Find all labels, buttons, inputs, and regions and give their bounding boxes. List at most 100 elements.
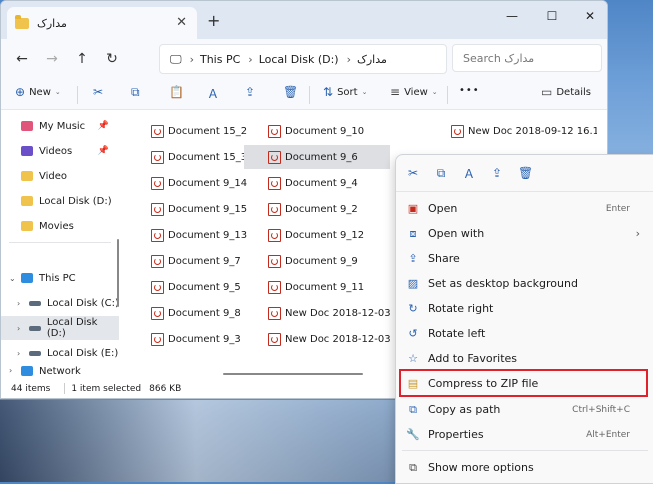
list-item[interactable]: New Doc 2018-09-12 16.15.17 xyxy=(447,119,597,143)
pdf-file-icon xyxy=(151,254,164,268)
paste-icon[interactable]: 📋 xyxy=(169,85,184,99)
close-tab-icon[interactable]: ✕ xyxy=(176,15,187,30)
new-button[interactable]: ⊕ New ⌄ xyxy=(15,85,61,99)
list-item[interactable]: Document 9_5 xyxy=(147,275,241,299)
sidebar-item-network[interactable]: › Network xyxy=(1,366,119,378)
menu-item-label: Properties xyxy=(428,428,484,441)
list-item[interactable]: Document 9_7 xyxy=(147,249,241,273)
menu-item-copy-as-path[interactable]: ⧉ Copy as path Ctrl+Shift+C xyxy=(396,397,653,422)
details-button[interactable]: ▭ Details xyxy=(541,85,591,99)
menu-item-rotate-left[interactable]: ↺ Rotate left xyxy=(396,321,653,346)
more-options-button[interactable]: ••• xyxy=(459,85,480,96)
list-item[interactable]: Document 9_14 xyxy=(147,171,247,195)
list-item[interactable]: Document 9_12 xyxy=(264,223,364,247)
copy-icon[interactable]: ⧉ xyxy=(434,166,448,181)
chevron-right-icon[interactable]: › xyxy=(17,324,29,333)
breadcrumb-current-folder[interactable]: مدارک xyxy=(357,53,387,66)
forward-arrow-icon[interactable]: → xyxy=(37,51,67,67)
pdf-file-icon xyxy=(268,176,281,190)
chevron-right-icon[interactable]: › xyxy=(9,366,21,375)
rename-icon[interactable]: Ａ xyxy=(462,165,476,182)
sidebar-scrollbar[interactable] xyxy=(117,239,119,307)
horizontal-scrollbar[interactable] xyxy=(223,373,363,375)
chevron-down-icon[interactable]: ⌄ xyxy=(9,274,21,283)
rename-icon[interactable]: Ａ xyxy=(207,85,219,102)
back-arrow-icon[interactable]: ← xyxy=(7,51,37,67)
list-item[interactable]: Document 9_10 xyxy=(264,119,364,143)
sidebar-item-movies[interactable]: Movies xyxy=(1,214,119,238)
list-item[interactable]: Document 9_13 xyxy=(147,223,247,247)
folder-icon xyxy=(21,171,33,181)
list-item[interactable]: Document 9_15 xyxy=(147,197,247,221)
menu-item-rotate-right[interactable]: ↻ Rotate right xyxy=(396,296,653,321)
menu-item-share[interactable]: ⇪ Share xyxy=(396,246,653,271)
pdf-file-icon xyxy=(451,124,464,138)
menu-item-add-to-favorites[interactable]: ☆ Add to Favorites xyxy=(396,346,653,371)
chevron-right-icon[interactable]: › xyxy=(17,299,29,308)
title-bar: مدارک ✕ + — ☐ ✕ xyxy=(1,1,607,39)
sidebar-item-local-disk-c[interactable]: › Local Disk (C:) xyxy=(1,291,119,315)
minimize-button[interactable]: — xyxy=(495,5,529,27)
cut-icon[interactable]: ✂ xyxy=(93,85,103,99)
list-item[interactable]: Document 9_3 xyxy=(147,327,241,351)
navigation-pane: My Music 📌 Videos 📌 Video Local Disk (D:… xyxy=(1,111,119,377)
up-arrow-icon[interactable]: ↑ xyxy=(67,51,97,67)
sidebar-item-videos[interactable]: Videos 📌 xyxy=(1,139,119,163)
close-window-button[interactable]: ✕ xyxy=(573,5,607,27)
sort-button[interactable]: ⇅ Sort ⌄ xyxy=(323,85,367,99)
pdf-file-icon xyxy=(268,150,281,164)
share-icon[interactable]: ⇪ xyxy=(490,166,504,180)
list-item-selected[interactable]: Document 9_6 xyxy=(244,145,390,169)
pdf-file-icon xyxy=(268,254,281,268)
file-name: Document 9_2 xyxy=(285,203,358,215)
list-item[interactable]: Document 9_9 xyxy=(264,249,358,273)
view-icon: ≡ xyxy=(390,85,401,99)
breadcrumb-local-disk-d[interactable]: Local Disk (D:) xyxy=(259,53,339,66)
file-name: New Doc 2018-12-03 15.59. xyxy=(285,307,392,319)
menu-item-show-more-options[interactable]: ⧉ Show more options xyxy=(396,455,653,480)
list-item[interactable]: Document 9_8 xyxy=(147,301,241,325)
delete-icon[interactable]: 🗑 xyxy=(518,166,533,180)
sidebar-item-local-disk-d-selected[interactable]: › Local Disk (D:) xyxy=(1,316,119,340)
delete-icon[interactable]: 🗑 xyxy=(283,85,298,99)
copy-icon[interactable]: ⧉ xyxy=(131,85,140,100)
list-item[interactable]: Document 9_2 xyxy=(264,197,358,221)
list-item[interactable]: New Doc 2018-12-03 15.59. xyxy=(264,327,392,351)
list-item[interactable]: New Doc 2018-12-03 15.59. xyxy=(264,301,392,325)
refresh-icon[interactable]: ↻ xyxy=(97,51,127,67)
pdf-file-icon xyxy=(268,280,281,294)
menu-item-label: Set as desktop background xyxy=(428,277,578,290)
sidebar-item-local-disk-d[interactable]: Local Disk (D:) xyxy=(1,189,119,213)
menu-item-open-with[interactable]: ⧈ Open with › xyxy=(396,221,653,246)
menu-item-set-desktop-background[interactable]: ▨ Set as desktop background xyxy=(396,271,653,296)
cut-icon[interactable]: ✂ xyxy=(406,166,420,180)
maximize-button[interactable]: ☐ xyxy=(535,5,569,27)
menu-item-properties[interactable]: 🔧 Properties Alt+Enter xyxy=(396,422,653,447)
sidebar-item-local-disk-e[interactable]: › Local Disk (E:) xyxy=(1,341,119,365)
sidebar-item-video[interactable]: Video xyxy=(1,164,119,188)
chevron-right-icon[interactable]: › xyxy=(17,349,29,358)
search-input[interactable]: Search مدارک xyxy=(452,44,602,72)
sidebar-item-this-pc[interactable]: ⌄ This PC xyxy=(1,266,119,290)
sidebar-item-label: Local Disk (C:) xyxy=(47,297,119,309)
sidebar-item-label: This PC xyxy=(39,272,76,284)
shortcut-label: Enter xyxy=(605,203,630,214)
share-icon[interactable]: ⇪ xyxy=(245,85,255,99)
list-item[interactable]: Document 9_4 xyxy=(264,171,358,195)
list-item[interactable]: Document 9_11 xyxy=(264,275,364,299)
file-name: Document 15_2 xyxy=(168,125,248,137)
divider xyxy=(309,86,310,104)
pdf-file-icon xyxy=(151,306,164,320)
context-quick-actions: ✂ ⧉ Ａ ⇪ 🗑 xyxy=(396,155,653,192)
address-bar[interactable]: 🖵 › This PC › Local Disk (D:) › مدارک xyxy=(159,44,447,74)
list-item[interactable]: Document 15_2 xyxy=(147,119,247,143)
new-tab-button[interactable]: + xyxy=(207,11,220,30)
file-name: Document 9_3 xyxy=(168,333,241,345)
pdf-file-icon xyxy=(151,280,164,294)
tab-active[interactable]: مدارک ✕ xyxy=(7,7,197,39)
list-item[interactable]: Document 15_3 xyxy=(147,145,247,169)
view-button[interactable]: ≡ View ⌄ xyxy=(390,85,438,99)
sidebar-item-my-music[interactable]: My Music 📌 xyxy=(1,114,119,138)
breadcrumb-this-pc[interactable]: This PC xyxy=(200,53,240,66)
menu-item-open[interactable]: ▣ Open Enter xyxy=(396,196,653,221)
